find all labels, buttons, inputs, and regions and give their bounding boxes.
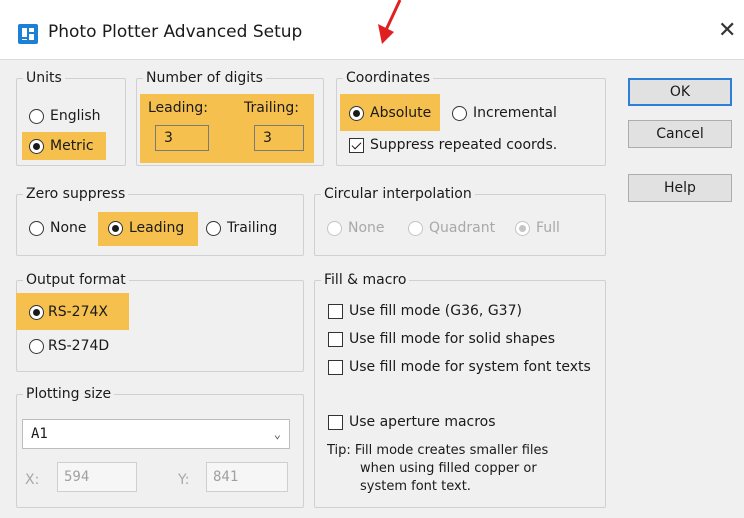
ok-button[interactable]: OK <box>628 78 732 106</box>
units-metric-radio[interactable] <box>29 139 44 154</box>
circular-none-label[interactable]: None <box>348 219 385 237</box>
circular-quadrant-radio[interactable] <box>408 221 423 236</box>
coordinates-incremental-radio[interactable] <box>452 106 467 121</box>
aperture-macros-checkbox[interactable] <box>328 415 343 430</box>
units-legend: Units <box>23 69 65 87</box>
fill-mode-g36-checkbox[interactable] <box>328 304 343 319</box>
fill-tip-line-2: when using filled copper or <box>360 461 537 476</box>
output-rs274x-label[interactable]: RS-274X <box>48 303 108 321</box>
zero-suppress-legend: Zero suppress <box>23 185 129 203</box>
units-english-label[interactable]: English <box>50 107 101 125</box>
suppress-repeated-label[interactable]: Suppress repeated coords. <box>370 136 557 154</box>
fill-mode-g36-label[interactable]: Use fill mode (G36, G37) <box>349 302 522 320</box>
leading-digits-label: Leading: <box>148 100 208 116</box>
trailing-digits-label: Trailing: <box>244 100 299 116</box>
fill-macro-legend: Fill & macro <box>321 271 410 289</box>
coordinates-legend: Coordinates <box>343 69 434 87</box>
units-english-radio[interactable] <box>29 109 44 124</box>
fill-font-texts-checkbox[interactable] <box>328 360 343 375</box>
fill-solid-shapes-checkbox[interactable] <box>328 332 343 347</box>
aperture-macros-label[interactable]: Use aperture macros <box>349 413 496 431</box>
title-bar: Photo Plotter Advanced Setup ✕ <box>0 0 744 66</box>
leading-digits-input[interactable]: 3 <box>155 125 209 151</box>
units-metric-label[interactable]: Metric <box>50 137 94 155</box>
help-button[interactable]: Help <box>628 174 732 202</box>
cancel-button[interactable]: Cancel <box>628 120 732 148</box>
zero-suppress-leading-label[interactable]: Leading <box>129 219 184 237</box>
output-rs274d-label[interactable]: RS-274D <box>48 337 109 355</box>
fill-tip-line-1: Tip: Fill mode creates smaller files <box>327 443 549 458</box>
output-format-legend: Output format <box>23 271 129 289</box>
zero-suppress-trailing-label[interactable]: Trailing <box>227 219 277 237</box>
fill-font-texts-label[interactable]: Use fill mode for system font texts <box>349 358 591 376</box>
plotting-size-value: A1 <box>31 426 48 442</box>
app-icon <box>18 24 38 44</box>
fill-tip-line-3: system font text. <box>360 479 471 494</box>
annotation-arrow-icon <box>378 0 402 44</box>
fill-solid-shapes-label[interactable]: Use fill mode for solid shapes <box>349 330 555 348</box>
x-size-field: 594 <box>57 462 137 492</box>
zero-suppress-trailing-radio[interactable] <box>206 221 221 236</box>
circular-full-label[interactable]: Full <box>536 219 560 237</box>
y-size-label: Y: <box>178 472 190 488</box>
zero-suppress-leading-radio[interactable] <box>108 221 123 236</box>
coordinates-absolute-label[interactable]: Absolute <box>370 104 431 122</box>
chevron-down-icon: ⌄ <box>273 427 281 441</box>
digits-legend: Number of digits <box>143 69 266 87</box>
circular-quadrant-label[interactable]: Quadrant <box>429 219 495 237</box>
output-rs274x-radio[interactable] <box>29 305 44 320</box>
output-rs274d-radio[interactable] <box>29 339 44 354</box>
window-title: Photo Plotter Advanced Setup <box>48 22 303 42</box>
coordinates-absolute-radio[interactable] <box>349 106 364 121</box>
circular-interp-legend: Circular interpolation <box>321 185 475 203</box>
y-size-field: 841 <box>206 462 288 492</box>
zero-suppress-none-label[interactable]: None <box>50 219 87 237</box>
close-icon[interactable]: ✕ <box>718 20 736 42</box>
suppress-repeated-checkbox[interactable] <box>349 138 364 153</box>
coordinates-incremental-label[interactable]: Incremental <box>473 104 557 122</box>
circular-none-radio[interactable] <box>327 221 342 236</box>
x-size-label: X: <box>25 472 40 488</box>
plotting-size-select[interactable]: A1 ⌄ <box>22 419 290 449</box>
plotting-size-legend: Plotting size <box>23 385 115 403</box>
trailing-digits-input[interactable]: 3 <box>254 125 304 151</box>
zero-suppress-none-radio[interactable] <box>29 221 44 236</box>
circular-full-radio[interactable] <box>515 221 530 236</box>
